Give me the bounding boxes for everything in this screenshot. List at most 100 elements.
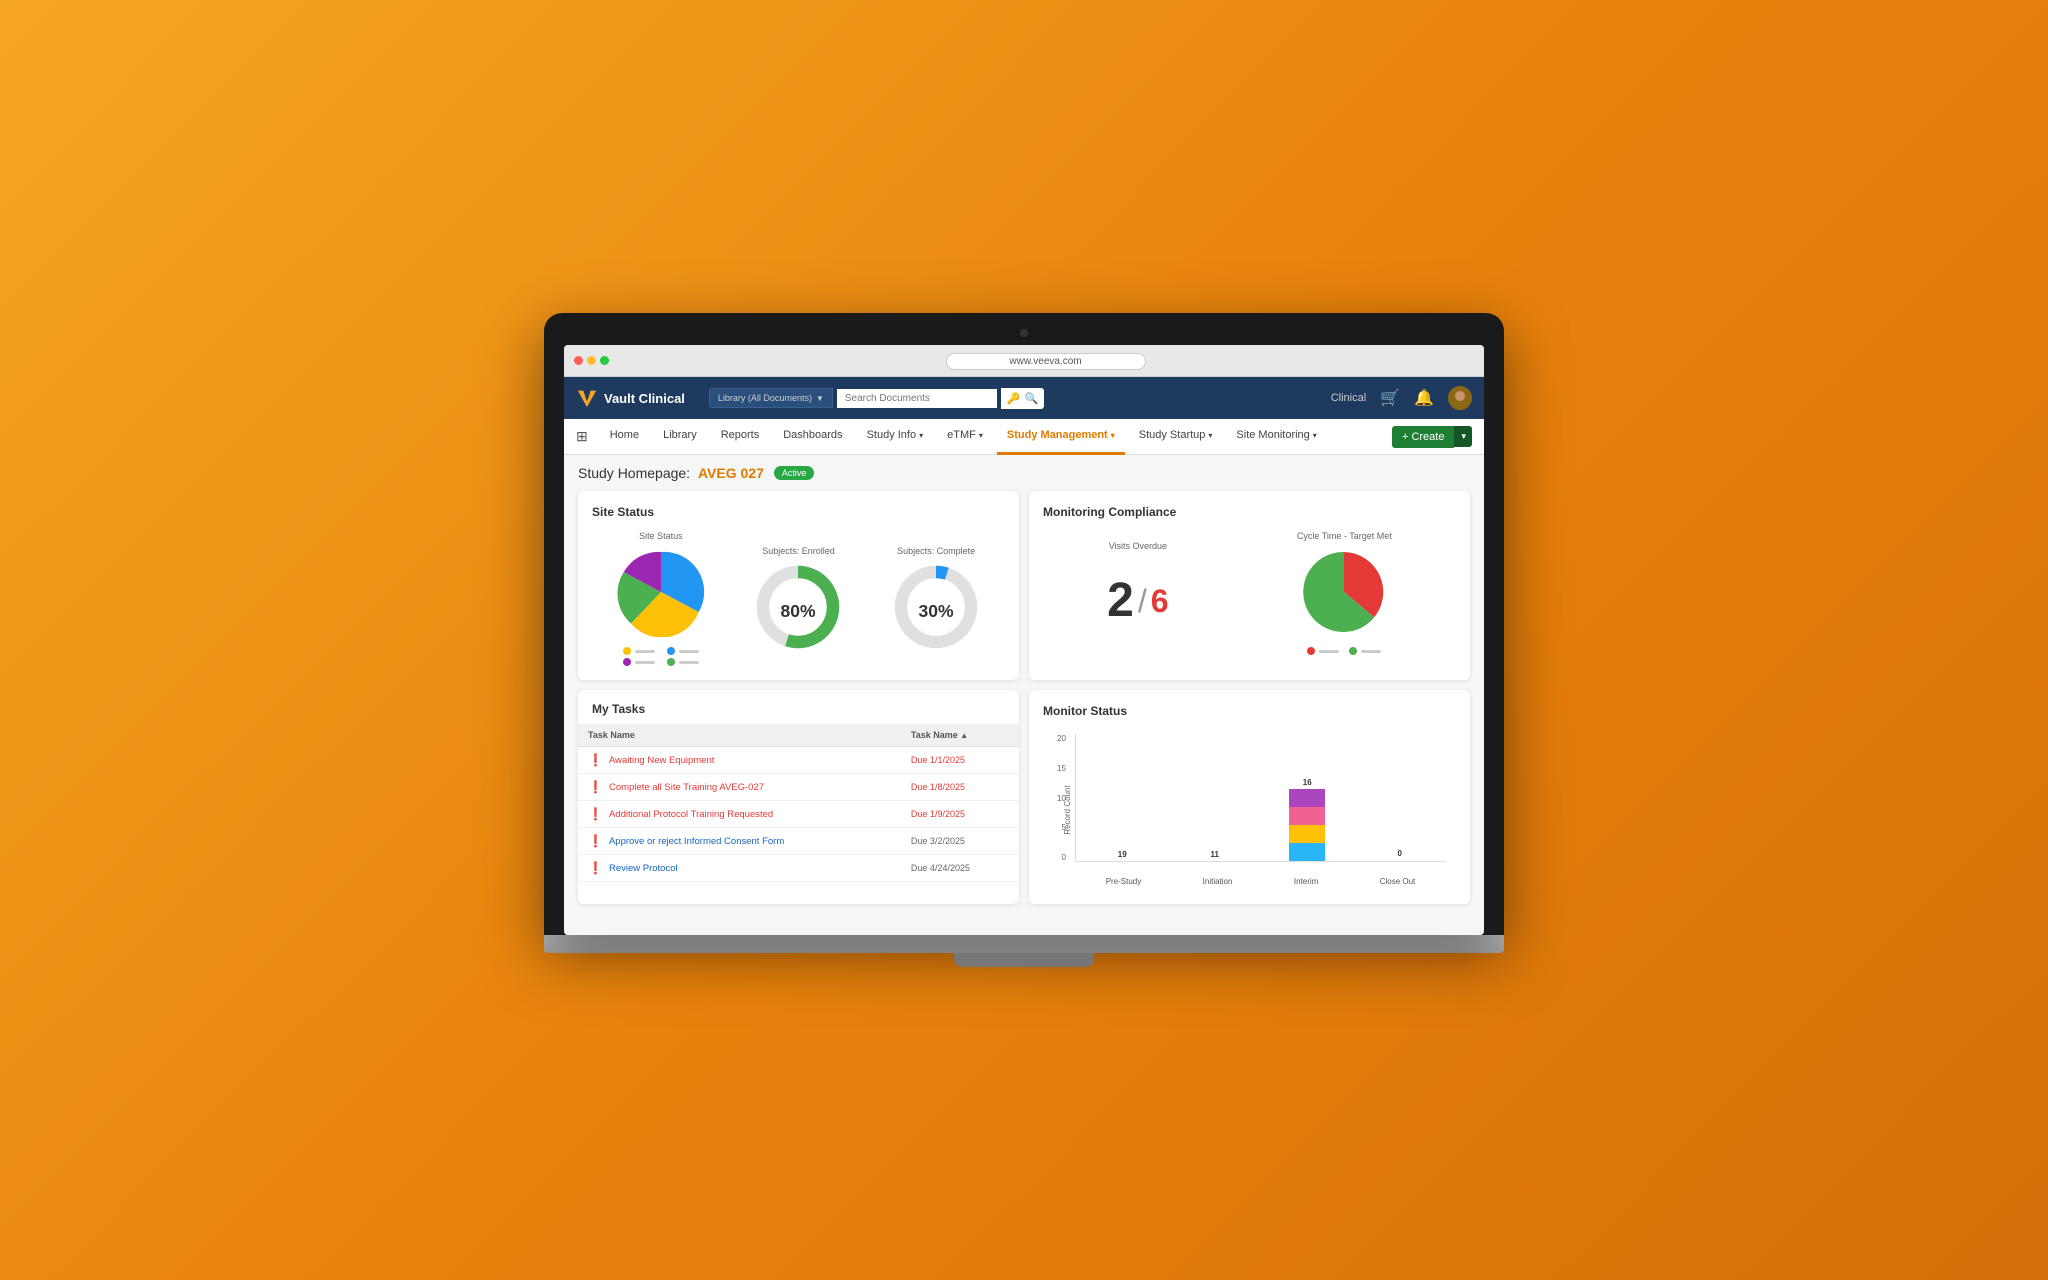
studystartup-caret: ▾ [1208, 431, 1212, 440]
dashboard-grid-top: Site Status Site Status [578, 491, 1470, 680]
task-due-1: Due 1/1/2025 [901, 747, 1019, 774]
visits-overdue-label: Visits Overdue [1109, 541, 1167, 551]
overdue-slash: / [1138, 583, 1147, 620]
legend-dot-green [667, 658, 675, 666]
create-button[interactable]: + Create [1392, 426, 1455, 448]
legend-green [667, 658, 699, 666]
study-name-link[interactable]: AVEG 027 [698, 465, 764, 481]
complete-donut: 30% [891, 562, 981, 652]
menu-item-studymgmt[interactable]: Study Management ▾ [997, 419, 1125, 455]
grid-icon[interactable]: ⊞ [576, 428, 588, 445]
search-input[interactable] [837, 389, 997, 408]
menu-bar: ⊞ Home Library Reports Dashboards Study … [564, 419, 1484, 455]
nav-library-selector[interactable]: Library (All Documents) ▼ [709, 388, 833, 408]
studymgmt-caret: ▾ [1111, 431, 1115, 440]
legend-dot-purple [623, 658, 631, 666]
legend-line-purple [635, 661, 655, 664]
nav-clinical-label[interactable]: Clinical [1331, 392, 1366, 404]
legend-line-red [1319, 650, 1339, 653]
bar-interim-pink [1289, 807, 1325, 825]
legend-dot-yellow [623, 647, 631, 655]
dot-red[interactable] [574, 356, 583, 365]
library-label: Library (All Documents) [718, 393, 812, 403]
menu-item-etmf[interactable]: eTMF ▾ [937, 419, 993, 455]
enrolled-donut: 80% [753, 562, 843, 652]
cycle-legend [1307, 647, 1381, 655]
url-text[interactable]: www.veeva.com [946, 353, 1146, 370]
browser-url-bar: www.veeva.com [617, 351, 1474, 370]
menu-studyinfo-label: Study Info [867, 429, 917, 441]
browser-dots [574, 356, 609, 365]
monitor-status-card: Monitor Status Record Count 20 15 10 5 0 [1029, 690, 1470, 904]
site-status-pie [616, 547, 706, 637]
sitemonitoring-caret: ▾ [1313, 431, 1317, 440]
legend-dot-green2 [1349, 647, 1357, 655]
menu-item-home[interactable]: Home [600, 419, 649, 455]
legend-purple [623, 658, 655, 666]
task-error-icon-2: ❗ [588, 780, 603, 794]
task-link-1[interactable]: Awaiting New Equipment [609, 755, 714, 766]
legend-green2 [1349, 647, 1381, 655]
menu-item-dashboards[interactable]: Dashboards [773, 419, 852, 455]
y-label-15: 15 [1057, 764, 1066, 773]
menu-item-studystartup[interactable]: Study Startup ▾ [1129, 419, 1223, 455]
x-axis-labels: Pre-Study Initiation Interim Close Out [1075, 877, 1446, 886]
x-label-closeout: Close Out [1380, 877, 1416, 886]
menu-item-reports[interactable]: Reports [711, 419, 770, 455]
task-due-4: Due 3/2/2025 [901, 828, 1019, 855]
task-link-5[interactable]: Review Protocol [609, 863, 678, 874]
y-label-5: 5 [1061, 823, 1065, 832]
task-link-2[interactable]: Complete all Site Training AVEG-027 [609, 782, 764, 793]
complete-label: Subjects: Complete [897, 546, 975, 556]
bar-interim-yellow [1289, 825, 1325, 843]
task-due-5: Due 4/24/2025 [901, 855, 1019, 882]
cycle-time-group: Cycle Time - Target Met [1297, 531, 1392, 655]
page-title: Study Homepage: AVEG 027 [578, 465, 764, 481]
enrolled-label: Subjects: Enrolled [762, 546, 835, 556]
create-dropdown-button[interactable]: ▾ [1454, 426, 1472, 447]
monitoring-title: Monitoring Compliance [1043, 505, 1456, 519]
table-row: ❗ Approve or reject Informed Consent For… [578, 828, 1019, 855]
site-status-pie-group: Site Status [616, 531, 706, 666]
legend-red [1307, 647, 1339, 655]
nav-cart-icon[interactable]: 🛒 [1380, 388, 1400, 408]
menu-item-sitemonitoring[interactable]: Site Monitoring ▾ [1226, 419, 1326, 455]
dot-green[interactable] [600, 356, 609, 365]
menu-studymgmt-label: Study Management [1007, 429, 1108, 441]
nav-logo-text: Vault Clinical [604, 391, 685, 406]
tasks-table-body: ❗ Awaiting New Equipment Due 1/1/2025 [578, 747, 1019, 882]
enrolled-donut-group: Subjects: Enrolled 80% [753, 546, 843, 652]
task-error-icon-3: ❗ [588, 807, 603, 821]
svg-text:80%: 80% [781, 601, 816, 621]
search-icon[interactable]: 🔍 [1025, 392, 1039, 405]
bar-interim-purple [1289, 789, 1325, 807]
task-name-cell-3: ❗ Additional Protocol Training Requested [578, 801, 901, 828]
menu-home-label: Home [610, 429, 639, 441]
page-title-bar: Study Homepage: AVEG 027 Active [578, 465, 1470, 481]
y-axis: 20 15 10 5 0 [1057, 734, 1066, 862]
menu-dashboards-label: Dashboards [783, 429, 842, 441]
table-row: ❗ Complete all Site Training AVEG-027 Du… [578, 774, 1019, 801]
tasks-table-header-row: Task Name Task Name ▲ [578, 724, 1019, 747]
dashboard-grid-bottom: My Tasks Task Name Task Name ▲ [578, 690, 1470, 904]
task-link-3[interactable]: Additional Protocol Training Requested [609, 809, 773, 820]
overdue-display: 2 / 6 [1107, 557, 1168, 645]
task-name-cell-4: ❗ Approve or reject Informed Consent For… [578, 828, 901, 855]
user-avatar[interactable] [1448, 386, 1472, 410]
monitoring-charts: Visits Overdue 2 / 6 Cycle Time - Target… [1043, 531, 1456, 655]
dot-yellow[interactable] [587, 356, 596, 365]
task-link-4[interactable]: Approve or reject Informed Consent Form [609, 836, 784, 847]
tasks-table: Task Name Task Name ▲ [578, 724, 1019, 882]
menu-item-library[interactable]: Library [653, 419, 707, 455]
menu-etmf-label: eTMF [947, 429, 976, 441]
task-due-3: Due 1/9/2025 [901, 801, 1019, 828]
bar-group-initiation: 11 [1197, 850, 1233, 861]
complete-donut-group: Subjects: Complete 30% [891, 546, 981, 652]
nav-bell-icon[interactable]: 🔔 [1414, 388, 1434, 408]
menu-item-studyinfo[interactable]: Study Info ▾ [857, 419, 934, 455]
create-label: + Create [1402, 431, 1445, 443]
table-row: ❗ Review Protocol Due 4/24/2025 [578, 855, 1019, 882]
legend-line-green2 [1361, 650, 1381, 653]
site-status-pie-label: Site Status [639, 531, 683, 541]
bar-group-interim: 16 [1289, 778, 1325, 861]
